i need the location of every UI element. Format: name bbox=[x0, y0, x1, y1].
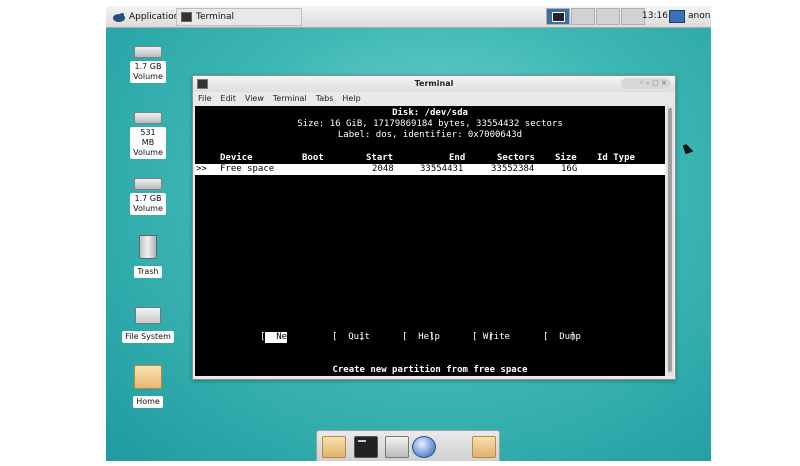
column-end: End bbox=[449, 153, 466, 163]
desktop-icon-label: 1.7 GB Volume bbox=[130, 61, 166, 83]
user-menu[interactable]: anon bbox=[688, 11, 710, 21]
trash-icon bbox=[139, 235, 157, 259]
cell-end: 33554431 bbox=[420, 164, 464, 174]
taskbar-terminal-label: Terminal bbox=[196, 12, 235, 22]
drive-icon bbox=[134, 112, 162, 124]
desktop-icon-filesystem[interactable]: File System bbox=[118, 307, 178, 343]
desktop-icon-label: Trash bbox=[134, 266, 162, 278]
desktop-icon-trash[interactable]: Trash bbox=[118, 235, 178, 278]
scrollbar-thumb[interactable] bbox=[668, 108, 672, 372]
column-id-type: Id Type bbox=[597, 153, 635, 163]
workspace-3[interactable] bbox=[596, 8, 620, 25]
folder-launcher-icon[interactable] bbox=[472, 436, 496, 458]
workspace-1[interactable] bbox=[546, 8, 570, 25]
action-new-label: New bbox=[276, 332, 293, 342]
cell-start: 2048 bbox=[372, 164, 394, 174]
terminal-console[interactable]: Disk: /dev/sda Size: 16 GiB, 17179869184… bbox=[195, 106, 665, 376]
column-size: Size bbox=[555, 153, 577, 163]
window-titlebar[interactable]: Terminal ◦ – □ × bbox=[193, 76, 675, 92]
column-sectors: Sectors bbox=[497, 153, 535, 163]
size-line: Size: 16 GiB, 17179869184 bytes, 3355443… bbox=[297, 119, 563, 129]
home-folder-icon bbox=[134, 365, 162, 389]
menu-file[interactable]: File bbox=[193, 92, 215, 105]
desktop-icon-volume-2[interactable]: 531 MB Volume bbox=[118, 112, 178, 159]
menu-edit[interactable]: Edit bbox=[215, 92, 240, 105]
menu-tabs[interactable]: Tabs bbox=[311, 92, 338, 105]
cell-size: 16G bbox=[561, 164, 578, 174]
desktop-icon-home[interactable]: Home bbox=[118, 365, 178, 408]
bottom-dock bbox=[316, 430, 500, 461]
action-dump-label: Dump bbox=[559, 332, 581, 342]
file-manager-icon[interactable] bbox=[385, 436, 409, 458]
web-browser-icon[interactable] bbox=[412, 436, 436, 458]
drive-icon bbox=[134, 178, 162, 190]
desktop-icon-volume-1[interactable]: 1.7 GB Volume bbox=[118, 46, 178, 83]
window-controls[interactable]: ◦ – □ × bbox=[621, 78, 671, 89]
column-device: Device bbox=[220, 153, 253, 163]
terminal-icon bbox=[181, 12, 192, 22]
status-hint: Create new partition from free space bbox=[332, 365, 528, 375]
desktop-icon-label: 531 MB Volume bbox=[130, 127, 166, 159]
menu-help[interactable]: Help bbox=[337, 92, 364, 105]
partition-table-header: Device Boot Start End Sectors Size Id Ty… bbox=[195, 153, 665, 164]
action-quit-label: Quit bbox=[348, 332, 370, 342]
terminal-window[interactable]: Terminal ◦ – □ × File Edit View Terminal… bbox=[192, 75, 676, 380]
action-new-button[interactable]: [ New ] bbox=[260, 332, 293, 343]
filesystem-icon bbox=[135, 307, 161, 324]
terminal-launcher-icon[interactable] bbox=[354, 436, 378, 458]
terminal-scrollbar[interactable] bbox=[667, 106, 673, 376]
action-quit-button[interactable]: [ Quit ] bbox=[332, 332, 370, 343]
cell-device: Free space bbox=[220, 164, 275, 174]
terminal-menubar: File Edit View Terminal Tabs Help bbox=[193, 92, 675, 105]
action-write-button[interactable]: [ Write ] bbox=[472, 332, 510, 343]
show-desktop-icon[interactable] bbox=[322, 436, 346, 458]
menu-terminal[interactable]: Terminal bbox=[268, 92, 311, 105]
cfdisk-action-bar: [ New ] [ Quit ] [ Help ] [ Write ] [ Du… bbox=[195, 332, 665, 343]
cell-sectors: 33552384 bbox=[491, 164, 535, 174]
drive-icon bbox=[134, 46, 162, 58]
menu-view[interactable]: View bbox=[240, 92, 268, 105]
partition-row-selected[interactable]: >> Free space 2048 33554431 33552384 16G bbox=[195, 164, 665, 175]
window-title: Terminal bbox=[414, 79, 454, 88]
desktop-icon-label: File System bbox=[122, 331, 174, 343]
desktop-icon-label: 1.7 GB Volume bbox=[130, 193, 166, 215]
applications-mouse-icon bbox=[113, 12, 125, 22]
row-marker: >> bbox=[196, 164, 207, 174]
desktop: Applications Terminal 13:16 anon 1.7 GB … bbox=[106, 6, 711, 461]
action-write-label: Write bbox=[482, 332, 510, 342]
taskbar-terminal-button[interactable]: Terminal bbox=[176, 8, 302, 26]
clock[interactable]: 13:16 bbox=[642, 11, 668, 21]
action-dump-button[interactable]: [ Dump ] bbox=[543, 332, 581, 343]
workspace-switcher[interactable] bbox=[546, 8, 646, 25]
network-icon[interactable] bbox=[669, 10, 685, 23]
label-line: Label: dos, identifier: 0x7000643d bbox=[337, 130, 523, 140]
desktop-icon-label: Home bbox=[133, 396, 163, 408]
column-boot: Boot bbox=[302, 153, 324, 163]
action-help-button[interactable]: [ Help ] bbox=[402, 332, 440, 343]
column-start: Start bbox=[366, 153, 394, 163]
disk-line: Disk: /dev/sda bbox=[392, 108, 468, 118]
workspace-2[interactable] bbox=[571, 8, 595, 25]
action-help-label: Help bbox=[418, 332, 440, 342]
top-panel: Applications Terminal 13:16 anon bbox=[106, 6, 711, 28]
desktop-icon-volume-3[interactable]: 1.7 GB Volume bbox=[118, 178, 178, 215]
